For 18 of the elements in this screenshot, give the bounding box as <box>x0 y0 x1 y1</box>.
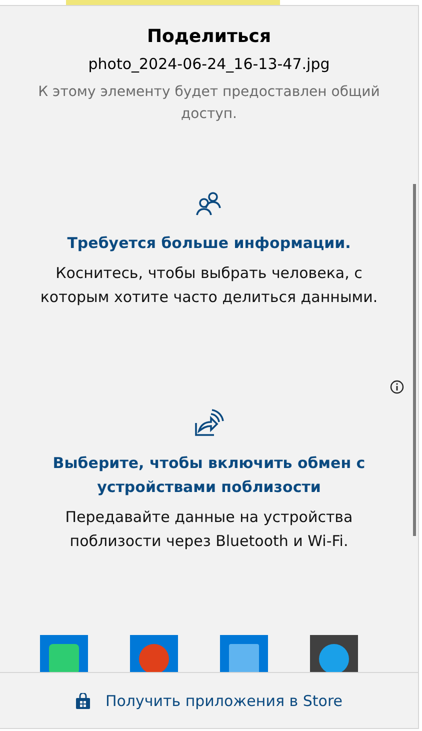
info-icon[interactable] <box>390 380 404 394</box>
file-name: photo_2024-06-24_16-13-47.jpg <box>88 55 330 73</box>
option-heading: Выберите, чтобы включить обмен с устройствами поблизости <box>52 453 366 498</box>
shopping-bag-icon <box>75 692 92 708</box>
share-note: К этому элементу будет предоставлен общий доступ. <box>37 83 381 124</box>
panel-title: Поделиться <box>146 26 271 47</box>
app-tile[interactable] <box>130 635 178 672</box>
share-option[interactable]: Требуется больше информации. Коснитесь, чтобы выбрать человека, с которым хотите часто делиться данными. <box>0 149 418 349</box>
app-tile[interactable] <box>310 635 358 672</box>
share-wireless-icon <box>194 409 224 437</box>
option-description: Передавайте данные на устройства поблизости через Bluetooth и Wi-Fi. <box>64 507 354 552</box>
share-option[interactable]: Выберите, чтобы включить обмен с устройствами поблизости Передавайте данные на устройства поблизости через Bluetooth и Wi-Fi. <box>0 349 418 593</box>
people-icon <box>196 191 222 217</box>
option-heading: Требуется больше информации. <box>67 233 351 254</box>
app-tile[interactable] <box>40 635 88 672</box>
scrollbar-thumb[interactable] <box>413 184 416 536</box>
app-tile[interactable] <box>220 635 268 672</box>
option-description: Коснитесь, чтобы выбрать человека, с которым хотите часто делиться данными. <box>39 263 379 308</box>
